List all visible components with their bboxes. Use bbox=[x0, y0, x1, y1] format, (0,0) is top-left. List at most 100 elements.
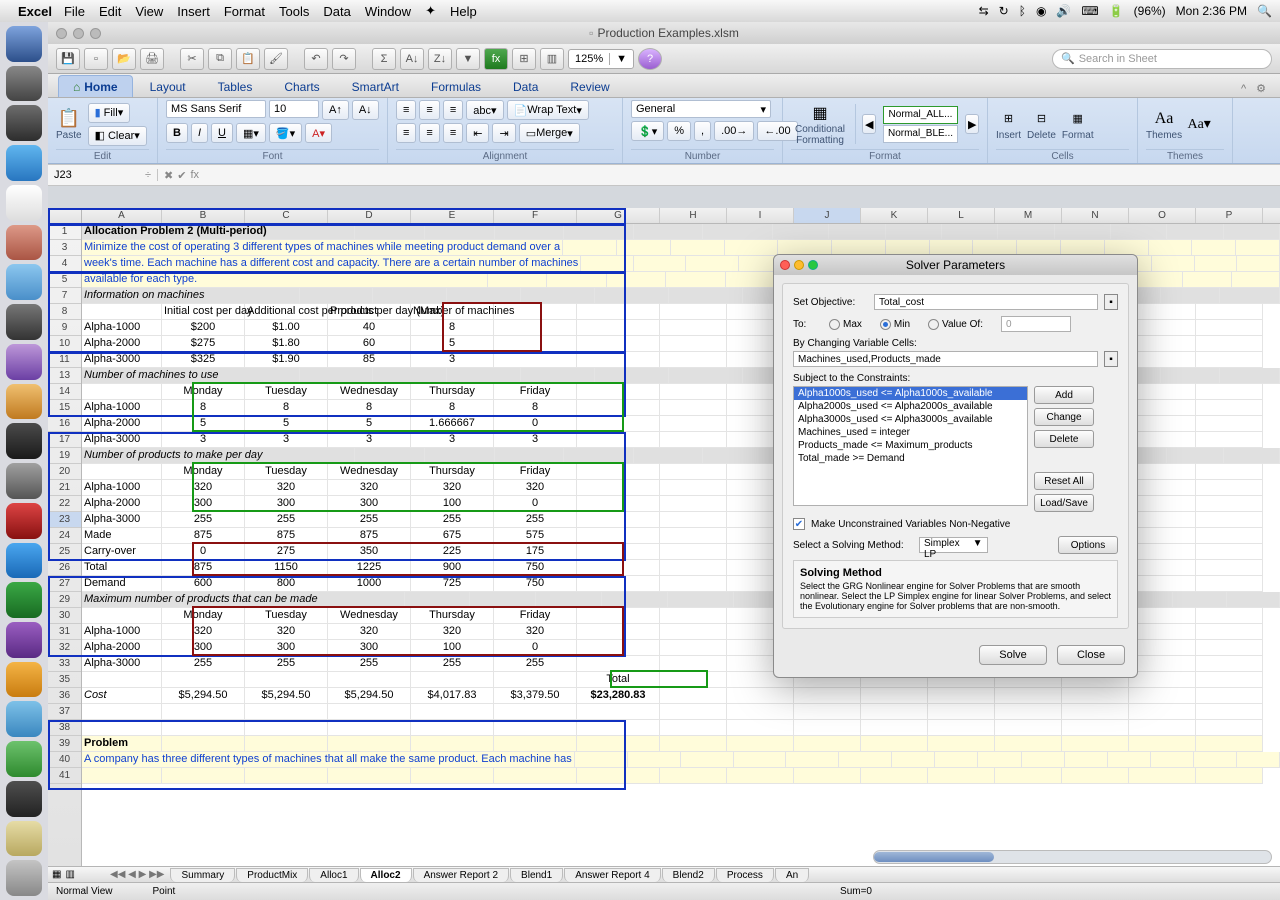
dock-item[interactable] bbox=[6, 741, 42, 777]
row-header-33[interactable]: 33 bbox=[48, 656, 81, 672]
constraint-item[interactable]: Total_made >= Demand bbox=[794, 452, 1027, 465]
row-header-1[interactable]: 1 bbox=[48, 224, 81, 240]
col-header-N[interactable]: N bbox=[1062, 208, 1129, 223]
dock-item[interactable] bbox=[6, 304, 42, 340]
tab-review[interactable]: Review bbox=[555, 75, 624, 97]
sheet-tab-productmix[interactable]: ProductMix bbox=[236, 868, 308, 882]
select-all-corner[interactable] bbox=[48, 208, 82, 223]
undo-button[interactable]: ↶ bbox=[304, 48, 328, 70]
borders-button[interactable]: ▦▾ bbox=[236, 123, 266, 143]
row-header-29[interactable]: 29 bbox=[48, 592, 81, 608]
clear-button[interactable]: ◧Clear ▾ bbox=[88, 126, 147, 146]
dialog-close-icon[interactable] bbox=[780, 260, 790, 270]
view-normal-icon[interactable]: ▦ bbox=[52, 869, 61, 880]
by-changing-input[interactable] bbox=[793, 351, 1098, 367]
save-button[interactable]: 💾 bbox=[56, 48, 80, 70]
col-header-K[interactable]: K bbox=[861, 208, 928, 223]
nonneg-checkbox[interactable]: ✔ bbox=[793, 518, 805, 530]
set-objective-input[interactable] bbox=[874, 294, 1098, 310]
dock-item[interactable] bbox=[6, 264, 42, 300]
align-center-button[interactable]: ≡ bbox=[419, 123, 439, 143]
changing-picker-icon[interactable]: ▪ bbox=[1104, 351, 1118, 367]
solving-method-combo[interactable]: Simplex LP▼ bbox=[919, 537, 988, 553]
open-button[interactable]: 📂 bbox=[112, 48, 136, 70]
menu-file[interactable]: File bbox=[64, 4, 85, 19]
font-size-combo[interactable]: 10 bbox=[269, 100, 319, 118]
styles-prev-button[interactable]: ◀ bbox=[862, 114, 876, 134]
col-header-H[interactable]: H bbox=[660, 208, 727, 223]
row-header-11[interactable]: 11 bbox=[48, 352, 81, 368]
dialog-zoom-icon[interactable] bbox=[808, 260, 818, 270]
radio-max[interactable]: Max bbox=[829, 319, 862, 330]
ribbon-settings-button[interactable]: ⚙ bbox=[1252, 80, 1270, 97]
sheet-tab-answer-report-2[interactable]: Answer Report 2 bbox=[413, 868, 509, 882]
help-button[interactable]: ? bbox=[638, 48, 662, 70]
menu-window[interactable]: Window bbox=[365, 4, 411, 19]
col-header-M[interactable]: M bbox=[995, 208, 1062, 223]
reset-all-button[interactable]: Reset All bbox=[1034, 472, 1094, 490]
tab-charts[interactable]: Charts bbox=[269, 75, 334, 97]
menu-edit[interactable]: Edit bbox=[99, 4, 121, 19]
bluetooth-icon[interactable]: ᛒ bbox=[1019, 4, 1026, 18]
merge-button[interactable]: ▭ Merge ▾ bbox=[519, 123, 580, 143]
new-button[interactable]: ▫ bbox=[84, 48, 108, 70]
row-header-38[interactable]: 38 bbox=[48, 720, 81, 736]
sheet-tab-blend2[interactable]: Blend2 bbox=[662, 868, 715, 882]
orientation-button[interactable]: abc▾ bbox=[466, 100, 503, 120]
bold-button[interactable]: B bbox=[166, 123, 188, 143]
format-painter-button[interactable]: 🖌 bbox=[264, 48, 288, 70]
dock-item[interactable] bbox=[6, 503, 42, 539]
row-header-15[interactable]: 15 bbox=[48, 400, 81, 416]
decrease-indent-button[interactable]: ⇤ bbox=[466, 123, 489, 143]
constraint-item[interactable]: Machines_used = integer bbox=[794, 426, 1027, 439]
row-header-32[interactable]: 32 bbox=[48, 640, 81, 656]
zoom-combo[interactable]: 125%▼ bbox=[568, 49, 634, 69]
view-layout-icon[interactable]: ▥ bbox=[65, 869, 74, 880]
sheet-nav[interactable]: ◀◀ ◀ ▶ ▶▶ bbox=[104, 869, 170, 880]
sort-asc-button[interactable]: A↓ bbox=[400, 48, 424, 70]
align-middle-button[interactable]: ≡ bbox=[419, 100, 439, 120]
dock-item[interactable] bbox=[6, 225, 42, 261]
sheet-tab-blend1[interactable]: Blend1 bbox=[510, 868, 563, 882]
dock-item[interactable] bbox=[6, 66, 42, 102]
row-header-7[interactable]: 7 bbox=[48, 288, 81, 304]
fill-color-button[interactable]: 🪣▾ bbox=[269, 123, 302, 143]
input-icon[interactable]: ⌨ bbox=[1081, 4, 1098, 18]
minimize-window-button[interactable] bbox=[73, 28, 84, 39]
underline-button[interactable]: U bbox=[211, 123, 233, 143]
row-header-41[interactable]: 41 bbox=[48, 768, 81, 784]
theme-fonts-icon[interactable]: Aa▾ bbox=[1188, 113, 1210, 135]
show-media-button[interactable]: ▥ bbox=[540, 48, 564, 70]
menu-help[interactable]: Help bbox=[450, 4, 477, 19]
script-menu-icon[interactable]: ✦ bbox=[425, 3, 436, 19]
col-header-A[interactable]: A bbox=[82, 208, 162, 223]
row-header-3[interactable]: 3 bbox=[48, 240, 81, 256]
grow-font-button[interactable]: A↑ bbox=[322, 100, 349, 120]
row-header-8[interactable]: 8 bbox=[48, 304, 81, 320]
add-constraint-button[interactable]: Add bbox=[1034, 386, 1094, 404]
dock-item[interactable] bbox=[6, 105, 42, 141]
row-header-31[interactable]: 31 bbox=[48, 624, 81, 640]
dock-item[interactable] bbox=[6, 26, 42, 62]
conditional-formatting-icon[interactable]: ▦ bbox=[809, 102, 831, 124]
comma-button[interactable]: , bbox=[694, 121, 711, 141]
row-header-20[interactable]: 20 bbox=[48, 464, 81, 480]
wifi-icon[interactable]: ◉ bbox=[1036, 4, 1046, 18]
dock-item[interactable] bbox=[6, 821, 42, 857]
ribbon-collapse-button[interactable]: ^ bbox=[1237, 81, 1250, 97]
dock-item[interactable] bbox=[6, 781, 42, 817]
print-button[interactable]: 🖨 bbox=[140, 48, 164, 70]
menu-data[interactable]: Data bbox=[323, 4, 350, 19]
dock-item[interactable] bbox=[6, 463, 42, 499]
dock-item[interactable] bbox=[6, 622, 42, 658]
constraint-item[interactable]: Alpha3000s_used <= Alpha3000s_available bbox=[794, 413, 1027, 426]
tab-formulas[interactable]: Formulas bbox=[416, 75, 496, 97]
sheet-tab-summary[interactable]: Summary bbox=[170, 868, 235, 882]
radio-valueof[interactable]: Value Of: bbox=[928, 319, 983, 330]
paste-icon[interactable]: 📋 bbox=[58, 108, 80, 130]
sheet-tab-answer-report-4[interactable]: Answer Report 4 bbox=[564, 868, 660, 882]
themes-icon[interactable]: Aa bbox=[1153, 108, 1175, 130]
dock-item[interactable] bbox=[6, 701, 42, 737]
objective-picker-icon[interactable]: ▪ bbox=[1104, 294, 1118, 310]
row-header-10[interactable]: 10 bbox=[48, 336, 81, 352]
